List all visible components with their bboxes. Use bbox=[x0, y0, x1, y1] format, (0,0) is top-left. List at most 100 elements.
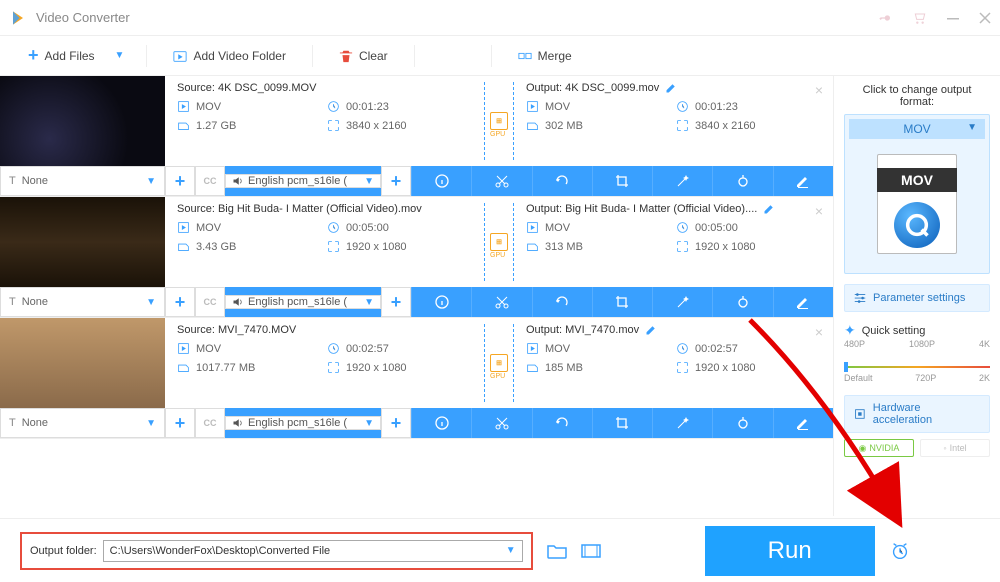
output-dims: 1920 x 1080 bbox=[695, 362, 756, 374]
watermark-button[interactable] bbox=[712, 166, 772, 196]
format-icon bbox=[177, 100, 190, 113]
dimensions-icon bbox=[676, 361, 689, 374]
add-audio-button[interactable]: + bbox=[381, 287, 411, 317]
rotate-button[interactable] bbox=[532, 166, 592, 196]
source-info: Source: 4K DSC_0099.MOV MOV 00:01:23 1.2… bbox=[165, 76, 484, 166]
output-folder-value: C:\Users\WonderFox\Desktop\Converted Fil… bbox=[110, 545, 331, 557]
format-icon bbox=[177, 342, 190, 355]
cut-button[interactable] bbox=[471, 408, 531, 438]
format-dropdown[interactable]: MOV ▼ bbox=[849, 119, 985, 139]
effects-button[interactable] bbox=[652, 287, 712, 317]
video-thumbnail[interactable] bbox=[0, 318, 165, 408]
video-thumbnail[interactable] bbox=[0, 197, 165, 287]
add-folder-label: Add Video Folder bbox=[193, 49, 286, 63]
output-video-folder-button[interactable] bbox=[581, 542, 601, 560]
run-button[interactable]: Run bbox=[705, 526, 875, 576]
format-icon bbox=[526, 221, 539, 234]
subtitle-value: None bbox=[22, 417, 48, 429]
rename-output-button[interactable] bbox=[645, 324, 657, 336]
output-duration: 00:05:00 bbox=[695, 222, 738, 234]
title-bar: Video Converter bbox=[0, 0, 1000, 36]
watermark-button[interactable] bbox=[712, 408, 772, 438]
cut-button[interactable] bbox=[471, 166, 531, 196]
source-format: MOV bbox=[196, 343, 221, 355]
output-size: 185 MB bbox=[545, 362, 583, 374]
info-button[interactable] bbox=[411, 408, 471, 438]
chevron-down-icon: ▼ bbox=[146, 176, 156, 187]
clock-icon bbox=[327, 221, 340, 234]
subtitle-value: None bbox=[22, 175, 48, 187]
edit-button[interactable] bbox=[773, 166, 833, 196]
output-info: × Output: Big Hit Buda- I Matter (Offici… bbox=[514, 197, 833, 287]
output-label: Output: Big Hit Buda- I Matter (Official… bbox=[526, 203, 757, 215]
add-subtitle-button[interactable]: + bbox=[165, 166, 195, 196]
merge-button[interactable]: Merge bbox=[510, 45, 580, 67]
quicktime-icon bbox=[894, 202, 940, 248]
merge-label: Merge bbox=[538, 49, 572, 63]
mov-file-icon: MOV bbox=[877, 154, 957, 254]
quality-scale-top: 480P1080P4K bbox=[844, 339, 990, 349]
dimensions-icon bbox=[327, 240, 340, 253]
add-audio-button[interactable]: + bbox=[381, 408, 411, 438]
quality-slider[interactable] bbox=[844, 357, 990, 371]
rename-output-button[interactable] bbox=[763, 203, 775, 215]
remove-item-button[interactable]: × bbox=[815, 82, 823, 98]
source-duration: 00:05:00 bbox=[346, 222, 389, 234]
add-audio-button[interactable]: + bbox=[381, 166, 411, 196]
main-toolbar: + Add Files ▼ Add Video Folder Clear Mer… bbox=[0, 36, 1000, 76]
item-action-bar: TNone▼ + CC English pcm_s16le (▼ + bbox=[0, 166, 833, 196]
open-folder-button[interactable] bbox=[547, 542, 567, 560]
watermark-button[interactable] bbox=[712, 287, 772, 317]
add-video-folder-button[interactable]: Add Video Folder bbox=[165, 45, 294, 67]
audio-track-select[interactable]: English pcm_s16le (▼ bbox=[225, 295, 381, 309]
clock-icon bbox=[676, 221, 689, 234]
cc-button[interactable]: CC bbox=[195, 287, 225, 317]
output-format-selector[interactable]: MOV ▼ MOV bbox=[844, 114, 990, 274]
clear-button[interactable]: Clear bbox=[331, 45, 396, 67]
subtitle-select[interactable]: TNone▼ bbox=[0, 166, 165, 196]
rename-output-button[interactable] bbox=[665, 82, 677, 94]
clock-icon bbox=[327, 342, 340, 355]
minimize-button[interactable] bbox=[946, 11, 960, 25]
rotate-button[interactable] bbox=[532, 287, 592, 317]
cc-button[interactable]: CC bbox=[195, 408, 225, 438]
parameter-settings-button[interactable]: Parameter settings bbox=[844, 284, 990, 312]
edit-button[interactable] bbox=[773, 408, 833, 438]
cut-button[interactable] bbox=[471, 287, 531, 317]
gpu-chip-icon: ⊞ bbox=[490, 112, 508, 130]
cc-button[interactable]: CC bbox=[195, 166, 225, 196]
subtitle-select[interactable]: TNone▼ bbox=[0, 287, 165, 317]
size-icon bbox=[177, 119, 190, 132]
crop-button[interactable] bbox=[592, 166, 652, 196]
rotate-button[interactable] bbox=[532, 408, 592, 438]
video-thumbnail[interactable] bbox=[0, 76, 165, 166]
close-button[interactable] bbox=[978, 11, 992, 25]
dimensions-icon bbox=[327, 361, 340, 374]
param-label: Parameter settings bbox=[873, 292, 965, 304]
cart-icon[interactable] bbox=[912, 10, 928, 26]
key-icon[interactable] bbox=[878, 10, 894, 26]
remove-item-button[interactable]: × bbox=[815, 324, 823, 340]
add-subtitle-button[interactable]: + bbox=[165, 287, 195, 317]
edit-button[interactable] bbox=[773, 287, 833, 317]
gpu-divider: ⊞GPU bbox=[484, 197, 514, 287]
output-folder-input[interactable]: C:\Users\WonderFox\Desktop\Converted Fil… bbox=[103, 540, 523, 562]
audio-track-select[interactable]: English pcm_s16le (▼ bbox=[225, 416, 381, 430]
source-label: Source: MVI_7470.MOV bbox=[177, 324, 296, 336]
add-files-button[interactable]: + Add Files bbox=[20, 41, 103, 70]
crop-button[interactable] bbox=[592, 408, 652, 438]
audio-track-select[interactable]: English pcm_s16le (▼ bbox=[225, 174, 381, 188]
hardware-acceleration-button[interactable]: Hardware acceleration bbox=[844, 395, 990, 433]
effects-button[interactable] bbox=[652, 408, 712, 438]
add-subtitle-button[interactable]: + bbox=[165, 408, 195, 438]
chevron-down-icon: ▼ bbox=[364, 297, 374, 308]
crop-button[interactable] bbox=[592, 287, 652, 317]
effects-button[interactable] bbox=[652, 166, 712, 196]
remove-item-button[interactable]: × bbox=[815, 203, 823, 219]
info-button[interactable] bbox=[411, 287, 471, 317]
output-size: 302 MB bbox=[545, 120, 583, 132]
add-files-dropdown-caret[interactable]: ▼ bbox=[115, 50, 125, 61]
schedule-button[interactable] bbox=[889, 540, 911, 562]
subtitle-select[interactable]: TNone▼ bbox=[0, 408, 165, 438]
info-button[interactable] bbox=[411, 166, 471, 196]
